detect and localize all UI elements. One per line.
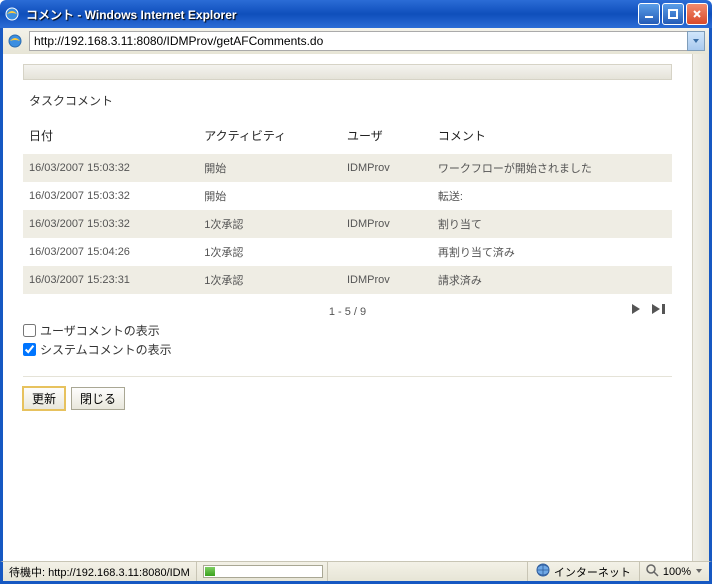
zoom-dropdown-icon[interactable] [695, 566, 703, 578]
button-bar: 更新 閉じる [23, 376, 672, 410]
user-comments-checkbox[interactable] [23, 324, 36, 337]
cell-user [341, 182, 432, 210]
cell-date: 16/03/2007 15:23:31 [23, 266, 198, 294]
refresh-button[interactable]: 更新 [23, 387, 65, 410]
col-activity: アクティビティ [198, 119, 341, 154]
cell-user [341, 238, 432, 266]
progress-bar [203, 565, 323, 578]
security-zone[interactable]: インターネット [528, 562, 640, 581]
window-close-button[interactable] [686, 3, 708, 25]
table-row: 16/03/2007 15:04:26 1次承認 再割り当て済み [23, 238, 672, 266]
status-loading-cell: 待機中: http://192.168.3.11:8080/IDM [3, 562, 197, 581]
cell-activity: 開始 [198, 154, 341, 182]
page-content: タスクコメント 日付 アクティビティ ユーザ コメント 16/03/2007 1… [3, 54, 692, 430]
status-bar: 待機中: http://192.168.3.11:8080/IDM インターネッ… [0, 561, 712, 584]
col-comment: コメント [432, 119, 672, 154]
vertical-scrollbar[interactable] [692, 54, 709, 561]
cell-activity: 1次承認 [198, 210, 341, 238]
window-maximize-button[interactable] [662, 3, 684, 25]
table-row: 16/03/2007 15:03:32 開始 転送: [23, 182, 672, 210]
pager-last-icon[interactable] [650, 302, 668, 319]
cell-date: 16/03/2007 15:04:26 [23, 238, 198, 266]
zoom-control[interactable]: 100% [640, 562, 709, 581]
user-comments-row: ユーザコメントの表示 [23, 322, 672, 339]
panel-header-bar [23, 64, 672, 80]
status-progress-cell [197, 562, 328, 581]
cell-activity: 1次承認 [198, 266, 341, 294]
pager-range: 1 - 5 / 9 [329, 306, 366, 318]
col-user: ユーザ [341, 119, 432, 154]
status-spacer [328, 562, 528, 581]
address-dropdown-button[interactable] [687, 31, 705, 51]
section-title: タスクコメント [23, 82, 672, 119]
magnifier-icon [646, 564, 659, 580]
cell-user: IDMProv [341, 266, 432, 294]
table-row: 16/03/2007 15:03:32 1次承認 IDMProv 割り当て [23, 210, 672, 238]
table-row: 16/03/2007 15:03:32 開始 IDMProv ワークフローが開始… [23, 154, 672, 182]
col-date: 日付 [23, 119, 198, 154]
cell-user: IDMProv [341, 154, 432, 182]
system-comments-label: システムコメントの表示 [40, 341, 172, 358]
pager: 1 - 5 / 9 [23, 294, 672, 320]
zoom-value: 100% [663, 566, 691, 578]
cell-date: 16/03/2007 15:03:32 [23, 210, 198, 238]
cell-date: 16/03/2007 15:03:32 [23, 182, 198, 210]
cell-comment: 請求済み [432, 266, 672, 294]
pager-next-icon[interactable] [630, 302, 646, 319]
cell-comment: 転送: [432, 182, 672, 210]
table-header-row: 日付 アクティビティ ユーザ コメント [23, 119, 672, 154]
cell-activity: 開始 [198, 182, 341, 210]
cell-date: 16/03/2007 15:03:32 [23, 154, 198, 182]
comments-table: 日付 アクティビティ ユーザ コメント 16/03/2007 15:03:32 … [23, 119, 672, 294]
address-bar [0, 28, 712, 54]
close-button[interactable]: 閉じる [71, 387, 125, 410]
address-input[interactable] [29, 31, 688, 51]
system-comments-row: システムコメントの表示 [23, 341, 672, 358]
zone-label: インターネット [554, 564, 631, 580]
globe-icon [536, 563, 550, 580]
cell-user: IDMProv [341, 210, 432, 238]
progress-fill [205, 567, 215, 576]
cell-comment: ワークフローが開始されました [432, 154, 672, 182]
window-minimize-button[interactable] [638, 3, 660, 25]
cell-comment: 割り当て [432, 210, 672, 238]
user-comments-label: ユーザコメントの表示 [40, 322, 160, 339]
cell-activity: 1次承認 [198, 238, 341, 266]
ie-icon [4, 6, 20, 22]
window-titlebar: コメント - Windows Internet Explorer [0, 0, 712, 28]
table-row: 16/03/2007 15:23:31 1次承認 IDMProv 請求済み [23, 266, 672, 294]
page-icon [7, 33, 23, 49]
system-comments-checkbox[interactable] [23, 343, 36, 356]
status-text: 待機中: http://192.168.3.11:8080/IDM [9, 564, 190, 580]
cell-comment: 再割り当て済み [432, 238, 672, 266]
window-title: コメント - Windows Internet Explorer [26, 6, 636, 23]
